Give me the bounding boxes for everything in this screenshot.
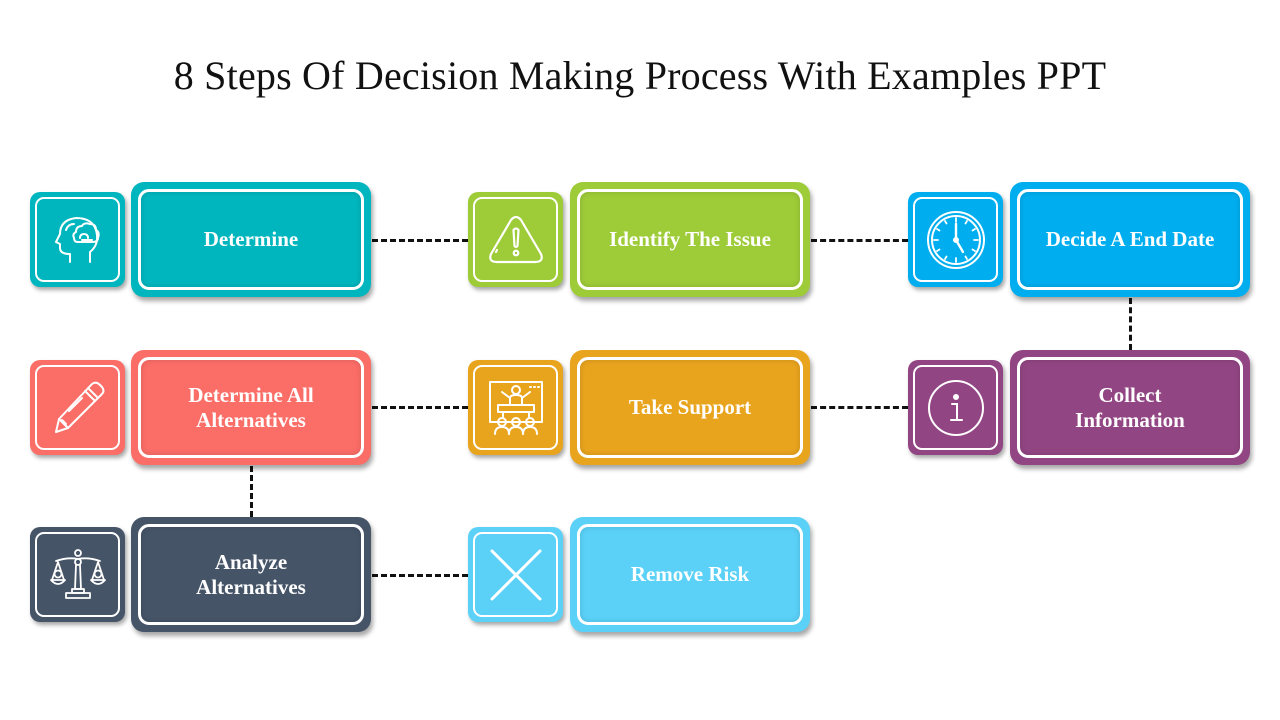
step-support-icon-box: [468, 360, 563, 455]
cross-icon: [473, 532, 558, 617]
step-label: Analyze Alternatives: [196, 549, 306, 599]
connector-analyze-remove: [372, 574, 468, 577]
connector-support-alternatives: [372, 406, 468, 409]
step-label: Identify The Issue: [609, 227, 771, 251]
step-determine: Determine: [131, 182, 371, 297]
pencil-icon: [35, 365, 120, 450]
step-identify-the-issue: Identify The Issue: [570, 182, 810, 297]
connector-alternatives-analyze: [250, 466, 253, 517]
step-label: Take Support: [628, 395, 752, 419]
step-label: Determine: [203, 227, 299, 251]
step-label: Decide A End Date: [1045, 227, 1215, 251]
brain-head-icon: [35, 197, 120, 282]
warning-triangle-icon: [473, 197, 558, 282]
connector-identify-decide: [811, 239, 908, 242]
connector-decide-collect: [1129, 298, 1132, 350]
step-collect-icon-box: [908, 360, 1003, 455]
step-label: Remove Risk: [630, 562, 750, 586]
step-determine-icon-box: [30, 192, 125, 287]
step-alternatives-icon-box: [30, 360, 125, 455]
connector-determine-identify: [372, 239, 468, 242]
step-label: Collect Information: [1075, 382, 1185, 432]
info-circle-icon: [913, 365, 998, 450]
step-determine-all-alternatives: Determine All Alternatives: [131, 350, 371, 465]
step-take-support: Take Support: [570, 350, 810, 465]
presentation-audience-icon: [473, 365, 558, 450]
step-decide-icon-box: [908, 192, 1003, 287]
step-analyze-alternatives: Analyze Alternatives: [131, 517, 371, 632]
step-analyze-icon-box: [30, 527, 125, 622]
step-decide-a-end-date: Decide A End Date: [1010, 182, 1250, 297]
clock-icon: [913, 197, 998, 282]
balance-scale-icon: [35, 532, 120, 617]
step-label: Determine All Alternatives: [188, 382, 314, 432]
step-collect-information: Collect Information: [1010, 350, 1250, 465]
step-remove-risk: Remove Risk: [570, 517, 810, 632]
step-remove-icon-box: [468, 527, 563, 622]
page-title: 8 Steps Of Decision Making Process With …: [173, 53, 1107, 98]
connector-collect-support: [811, 406, 908, 409]
step-identify-icon-box: [468, 192, 563, 287]
